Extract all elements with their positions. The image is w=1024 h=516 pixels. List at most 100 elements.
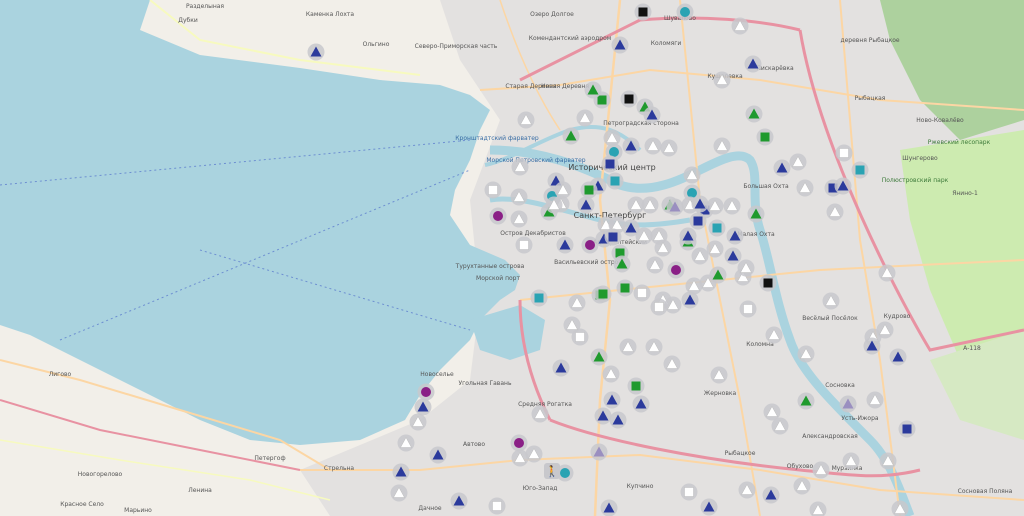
map-marker-white-triangle[interactable] — [789, 153, 807, 171]
map-marker-white-triangle[interactable] — [822, 292, 840, 310]
map-marker-white-triangle[interactable] — [685, 277, 703, 295]
map-marker-white-triangle[interactable] — [397, 434, 415, 452]
map-marker-white-triangle[interactable] — [531, 405, 549, 423]
map-marker-white-triangle[interactable] — [390, 484, 408, 502]
map-marker-white-square[interactable] — [680, 483, 698, 501]
map-marker-blue-triangle[interactable] — [622, 137, 640, 155]
map-marker-white-triangle[interactable] — [842, 452, 860, 470]
map-marker-white-triangle[interactable] — [619, 338, 637, 356]
map-marker-blue-triangle[interactable] — [450, 492, 468, 510]
map-marker-white-triangle[interactable] — [568, 294, 586, 312]
map-marker-blue-triangle[interactable] — [414, 398, 432, 416]
map-marker-green-square[interactable] — [616, 279, 634, 297]
map-marker-black-square[interactable] — [759, 274, 777, 292]
map-marker-white-triangle[interactable] — [866, 391, 884, 409]
map-marker-white-triangle[interactable] — [563, 316, 581, 334]
map-marker-white-triangle[interactable] — [660, 139, 678, 157]
map-marker-white-triangle[interactable] — [710, 366, 728, 384]
map-marker-lavender-triangle[interactable] — [839, 395, 857, 413]
map-marker-white-triangle[interactable] — [713, 137, 731, 155]
map-marker-white-triangle[interactable] — [576, 109, 594, 127]
map-marker-blue-square[interactable] — [898, 420, 916, 438]
map-marker-blue-triangle[interactable] — [726, 227, 744, 245]
map-marker-purple-circle[interactable] — [667, 261, 685, 279]
map-marker-blue-triangle[interactable] — [691, 195, 709, 213]
map-marker-white-triangle[interactable] — [706, 240, 724, 258]
map-marker-white-square[interactable] — [484, 181, 502, 199]
map-marker-blue-triangle[interactable] — [429, 446, 447, 464]
map-marker-white-triangle[interactable] — [691, 247, 709, 265]
map-marker-blue-triangle[interactable] — [603, 391, 621, 409]
pedestrian-icon[interactable]: 🚶 — [544, 463, 560, 479]
map-marker-blue-triangle[interactable] — [556, 236, 574, 254]
map-marker-white-triangle[interactable] — [723, 197, 741, 215]
map-marker-blue-triangle[interactable] — [700, 498, 718, 516]
map-marker-blue-triangle[interactable] — [609, 411, 627, 429]
map-marker-white-triangle[interactable] — [797, 345, 815, 363]
map-marker-white-triangle[interactable] — [409, 413, 427, 431]
map-marker-white-triangle[interactable] — [654, 239, 672, 257]
map-marker-lavender-triangle[interactable] — [590, 443, 608, 461]
map-marker-black-square[interactable] — [620, 90, 638, 108]
map-marker-purple-circle[interactable] — [510, 434, 528, 452]
map-marker-lavender-triangle[interactable] — [666, 198, 684, 216]
map-marker-white-triangle[interactable] — [731, 17, 749, 35]
map-marker-white-triangle[interactable] — [517, 111, 535, 129]
map-marker-blue-triangle[interactable] — [600, 499, 618, 516]
map-marker-blue-triangle[interactable] — [679, 227, 697, 245]
map-marker-white-triangle[interactable] — [878, 264, 896, 282]
map-marker-purple-circle[interactable] — [489, 207, 507, 225]
map-marker-teal-square[interactable] — [851, 161, 869, 179]
map-marker-white-triangle[interactable] — [663, 355, 681, 373]
map-marker-green-triangle[interactable] — [709, 266, 727, 284]
map-marker-blue-triangle[interactable] — [724, 247, 742, 265]
map-marker-white-square[interactable] — [739, 300, 757, 318]
map-marker-blue-triangle[interactable] — [834, 177, 852, 195]
map-marker-blue-triangle[interactable] — [392, 463, 410, 481]
map-marker-green-triangle[interactable] — [745, 105, 763, 123]
map-marker-green-triangle[interactable] — [747, 205, 765, 223]
map-marker-white-triangle[interactable] — [511, 158, 529, 176]
map-marker-white-triangle[interactable] — [879, 452, 897, 470]
map-marker-blue-triangle[interactable] — [622, 219, 640, 237]
map-marker-white-triangle[interactable] — [771, 417, 789, 435]
map-marker-white-square[interactable] — [488, 497, 506, 515]
map-marker-green-triangle[interactable] — [562, 127, 580, 145]
map-marker-blue-triangle[interactable] — [632, 395, 650, 413]
map-canvas[interactable]: Разделыная Дубки Каменка Лохта Ольгино Север… — [0, 0, 1024, 516]
map-marker-white-square[interactable] — [835, 144, 853, 162]
map-marker-white-triangle[interactable] — [765, 326, 783, 344]
map-marker-green-square[interactable] — [756, 128, 774, 146]
map-marker-black-square[interactable] — [634, 3, 652, 21]
map-marker-teal-square[interactable] — [530, 289, 548, 307]
map-marker-white-triangle[interactable] — [645, 338, 663, 356]
map-marker-white-triangle[interactable] — [793, 477, 811, 495]
map-marker-green-square[interactable] — [580, 181, 598, 199]
map-marker-blue-triangle[interactable] — [611, 36, 629, 54]
map-marker-blue-triangle[interactable] — [577, 196, 595, 214]
map-marker-green-triangle[interactable] — [590, 348, 608, 366]
map-marker-blue-triangle[interactable] — [773, 159, 791, 177]
map-marker-teal-square[interactable] — [708, 219, 726, 237]
map-marker-white-triangle[interactable] — [510, 188, 528, 206]
map-marker-white-triangle[interactable] — [545, 196, 563, 214]
map-marker-white-triangle[interactable] — [644, 137, 662, 155]
map-marker-blue-triangle[interactable] — [594, 407, 612, 425]
map-marker-white-square[interactable] — [515, 236, 533, 254]
map-marker-blue-triangle[interactable] — [863, 337, 881, 355]
map-marker-white-triangle[interactable] — [713, 71, 731, 89]
map-marker-white-triangle[interactable] — [737, 259, 755, 277]
map-marker-green-square[interactable] — [627, 377, 645, 395]
map-marker-teal-square[interactable] — [606, 172, 624, 190]
map-marker-white-triangle[interactable] — [646, 256, 664, 274]
map-marker-white-triangle[interactable] — [826, 203, 844, 221]
map-marker-green-triangle[interactable] — [797, 392, 815, 410]
map-marker-blue-triangle[interactable] — [744, 55, 762, 73]
map-marker-white-square[interactable] — [633, 284, 651, 302]
map-marker-blue-square[interactable] — [689, 212, 707, 230]
map-marker-white-triangle[interactable] — [664, 296, 682, 314]
map-marker-blue-square[interactable] — [604, 228, 622, 246]
map-marker-white-triangle[interactable] — [812, 461, 830, 479]
map-marker-white-triangle[interactable] — [876, 321, 894, 339]
map-marker-white-triangle[interactable] — [511, 449, 529, 467]
